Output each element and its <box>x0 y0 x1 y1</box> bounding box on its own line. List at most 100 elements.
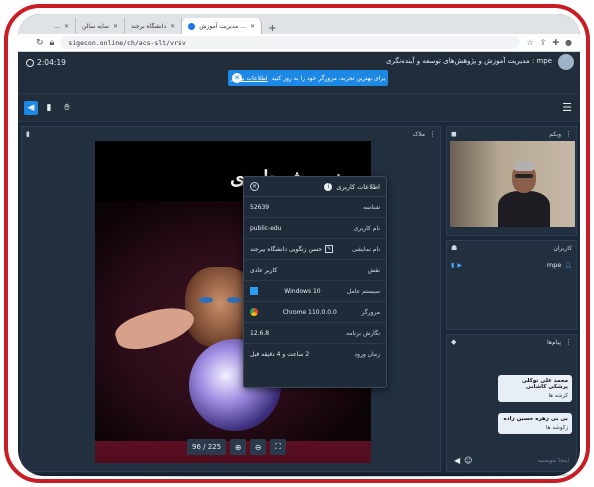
tab-label: دانشگاه برجند <box>130 22 167 30</box>
chat-message: بی بی زهره حسین زاده زکوشه ها <box>498 413 572 434</box>
browser-update-notice: برای بهترین تجربه، مرورگر خود را به روز … <box>228 70 388 86</box>
page-counter[interactable]: 96 / 225 <box>187 439 227 455</box>
browser-tab-active[interactable]: مدیریت آموزش … ✕ <box>182 18 263 34</box>
chat-input[interactable]: ◀ ☺ اینجا بنویسید <box>450 452 573 468</box>
session-timer: 2:04:19 <box>26 58 66 67</box>
panel-title: ملاک <box>412 130 425 138</box>
zoom-in-icon: ⊕ <box>234 442 242 452</box>
send-icon[interactable]: ◀ <box>454 456 460 465</box>
tab-label: … <box>54 22 60 30</box>
info-row-version: 12.6.8 نگارش برنامه <box>244 323 386 344</box>
fullscreen-button[interactable]: ⛶ <box>270 439 287 455</box>
close-icon[interactable]: ✕ <box>232 73 242 83</box>
info-value: 2 ساعت و 4 دقیقه قبل <box>250 351 310 358</box>
document-icon: ▮ <box>26 130 30 138</box>
new-tab-icon[interactable]: + <box>262 23 282 34</box>
menu-button[interactable]: ☰ <box>562 101 572 114</box>
info-value: Windows 10 <box>284 287 321 295</box>
raise-hand-button[interactable]: ✋︎ <box>60 101 74 115</box>
close-icon[interactable]: ✕ <box>64 23 69 30</box>
info-label: نقش <box>367 266 380 274</box>
fullscreen-icon: ⛶ <box>275 442 281 451</box>
info-icon: i <box>324 182 333 191</box>
url-field[interactable]: sigecon.online/ch/acs-slt/vrsv <box>60 36 521 49</box>
chat-panel: ◆ پیام‌ها ⋮ محمد علی توکلی پرشکی کاشانی … <box>446 334 577 472</box>
close-icon[interactable]: ✕ <box>113 23 118 30</box>
info-row-login-time: 2 ساعت و 4 دقیقه قبل زمان ورود <box>244 344 386 365</box>
slide-eye-shape <box>199 297 213 303</box>
close-icon[interactable]: ✕ <box>250 23 255 30</box>
profile-icon[interactable]: ● <box>565 38 572 47</box>
participant-row[interactable]: ▮ ▶ mpe 👤︎ <box>451 259 572 271</box>
star-icon[interactable]: ☆ <box>526 38 533 47</box>
close-icon[interactable]: ✕ <box>170 23 175 30</box>
user-icon: 👤︎ <box>564 261 572 269</box>
participants-panel: ☗ کاربران ▮ ▶ mpe 👤︎ <box>446 240 577 330</box>
panel-title: وبکم <box>549 130 561 138</box>
meeting-title: mpe : مدیریت آموزش و پژوهش‌های توسعه و آ… <box>386 57 552 65</box>
info-row-role: کاربر عادی نقش <box>244 260 386 281</box>
panel-header: ☗ کاربران <box>447 241 576 255</box>
extensions-icon[interactable]: ✚ <box>552 38 559 47</box>
info-label: مرورگر <box>361 308 380 316</box>
popup-header: ✕ اطلاعات کاربری i <box>244 177 386 197</box>
info-row-os: Windows 10 سیستم عامل <box>244 281 386 302</box>
reload-icon[interactable]: ↻ <box>36 38 44 48</box>
info-row-username: public-edu نام کاربری <box>244 218 386 239</box>
favicon-icon <box>188 22 196 30</box>
webcam-panel: ◼ وبکم ⋮ <box>446 126 577 236</box>
popup-title: اطلاعات کاربری i <box>324 182 380 191</box>
avatar[interactable] <box>558 54 574 70</box>
info-label: نگارش برنامه <box>346 329 380 337</box>
more-options-icon[interactable]: ⋮ <box>565 130 572 138</box>
browser-tab-strip: … ✕ سایه سالن ✕ دانشگاه برجند ✕ مدیریت آ… <box>18 14 580 34</box>
emoji-icon[interactable]: ☺ <box>464 456 472 465</box>
webcam-video[interactable] <box>450 141 575 227</box>
decorative-shadow <box>28 473 582 477</box>
document-button[interactable]: ▮ <box>42 101 56 115</box>
info-label: نام نمایشی <box>351 245 380 253</box>
chat-text: کرشه ها <box>548 393 568 399</box>
hand-icon: ✋︎ <box>64 103 70 113</box>
share-icon[interactable]: ⇪ <box>540 38 547 47</box>
users-icon: ☗ <box>451 244 458 252</box>
info-value-text: حسن زنگویی دانشگاه بیرجند <box>250 245 323 253</box>
browser-tab[interactable]: سایه سالن ✕ <box>76 18 125 34</box>
zoom-out-button[interactable]: ⊖ <box>250 439 267 455</box>
info-value: Chrome 110.0.0.0 <box>282 308 337 316</box>
info-label: زمان ورود <box>354 351 380 358</box>
panel-header: ▮ ملاک ⋮ <box>22 127 440 141</box>
chat-icon: ◆ <box>451 338 457 346</box>
participant-status-icons: ▮ ▶ <box>451 262 462 269</box>
lock-icon[interactable]: 🔒︎ <box>50 38 55 48</box>
info-value: public-edu <box>250 224 282 232</box>
tab-label: سایه سالن <box>82 22 109 30</box>
info-label: نام کاربری <box>353 224 380 232</box>
participant-name-text: mpe <box>546 261 562 269</box>
app-window: … ✕ سایه سالن ✕ دانشگاه برجند ✕ مدیریت آ… <box>18 14 580 476</box>
info-value: 12.6.8 <box>250 329 270 337</box>
chat-placeholder: اینجا بنویسید <box>537 456 569 464</box>
info-value: 52639 <box>250 203 270 211</box>
info-label: سیستم عامل <box>346 287 380 295</box>
close-icon[interactable]: ✕ <box>250 182 259 191</box>
decorative-frame: … ✕ سایه سالن ✕ دانشگاه برجند ✕ مدیریت آ… <box>4 4 590 483</box>
more-options-icon[interactable]: ⋮ <box>429 130 436 138</box>
popup-title-text: اطلاعات کاربری <box>336 182 380 191</box>
browser-tab[interactable]: … ✕ <box>48 18 77 34</box>
chat-sender: بی بی زهره حسین زاده <box>503 416 568 422</box>
info-row-display-name: ✎ حسن زنگویی دانشگاه بیرجند نام نمایشی <box>244 239 386 260</box>
hamburger-icon: ☰ <box>562 101 572 114</box>
windows-icon <box>250 287 258 295</box>
camera-icon: ▶ <box>457 261 462 269</box>
toolbar: ◀ ▮ ✋︎ ☰ <box>18 94 580 122</box>
edit-icon[interactable]: ✎ <box>325 245 334 253</box>
address-bar: ↻ 🔒︎ sigecon.online/ch/acs-slt/vrsv ☆ ⇪ … <box>18 34 580 52</box>
share-screen-button[interactable]: ◀ <box>24 101 38 115</box>
zoom-in-button[interactable]: ⊕ <box>230 439 247 455</box>
chat-message: محمد علی توکلی پرشکی کاشانی کرشه ها <box>498 375 572 402</box>
browser-tab[interactable]: دانشگاه برجند ✕ <box>125 18 183 34</box>
timer-text: 2:04:19 <box>37 58 66 67</box>
more-options-icon[interactable]: ⋮ <box>565 338 572 346</box>
panel-header: ◼ وبکم ⋮ <box>447 127 576 141</box>
